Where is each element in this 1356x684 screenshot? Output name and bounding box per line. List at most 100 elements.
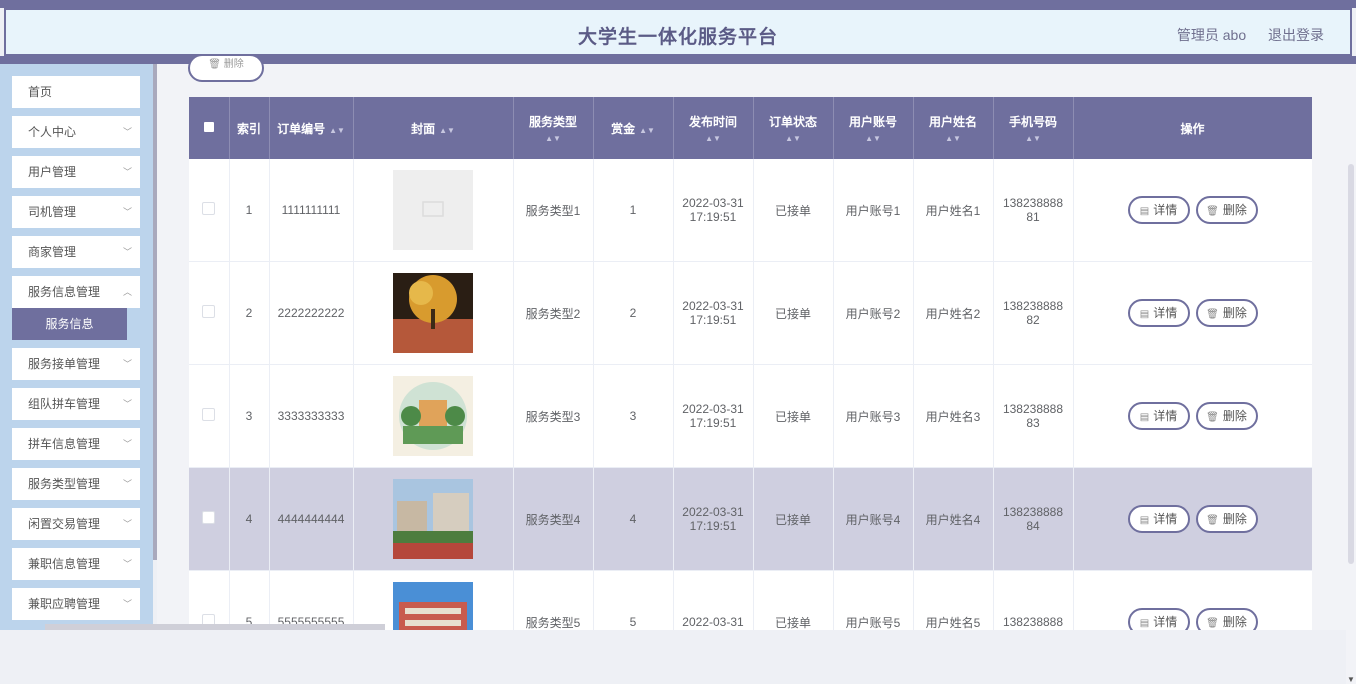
app-title: 大学生一体化服务平台: [577, 27, 778, 48]
delete-button[interactable]: 🗑 删除: [1195, 402, 1258, 430]
sort-icon[interactable]: ▲▼: [674, 134, 753, 143]
scroll-down-icon[interactable]: ▼: [1347, 675, 1355, 684]
table-header-row: 索引 订单编号 ▲▼ 封面 ▲▼ 服务类型 ▲▼ 赏金 ▲▼ 发布时间 ▲▼ 订单状态 ▲▼…: [189, 97, 1312, 159]
sidebar-item-personal-center[interactable]: 个人中心 ﹀: [12, 116, 140, 148]
cell-service-type: 服务类型2: [513, 261, 594, 365]
sidebar-item-user-mgmt[interactable]: 用户管理 ﹀: [12, 156, 140, 188]
cell-actions: ▤ 详情 🗑 删除: [1073, 261, 1312, 365]
sidebar-item-service-order-mgmt[interactable]: 服务接单管理 ﹀: [12, 348, 140, 380]
col-cover[interactable]: 封面 ▲▼: [353, 97, 514, 159]
document-icon: ▤: [1139, 206, 1150, 217]
logout-link[interactable]: 退出登录: [1268, 27, 1324, 43]
cell-publish-time: 2022-03-31: [673, 570, 754, 630]
delete-button[interactable]: 🗑 删除: [1195, 299, 1258, 327]
row-checkbox[interactable]: [202, 305, 216, 318]
cell-index: 2: [229, 261, 270, 365]
cell-order-no: 2222222222: [269, 261, 354, 365]
row-select-cell[interactable]: [189, 467, 230, 571]
sidebar-item-label: 兼职信息管理: [28, 557, 101, 571]
col-publish-time[interactable]: 发布时间 ▲▼: [673, 97, 754, 159]
sidebar-subitem-service-info[interactable]: 服务信息: [12, 308, 127, 340]
col-user-name-label: 用户姓名: [928, 115, 977, 129]
sidebar-item-idle-trade-mgmt[interactable]: 闲置交易管理 ﹀: [12, 508, 140, 540]
sort-icon[interactable]: ▲▼: [754, 134, 833, 143]
sidebar-item-service-type-mgmt[interactable]: 服务类型管理 ﹀: [12, 468, 140, 500]
delete-button-label: 删除: [1222, 409, 1247, 423]
publish-date: 2022-03-31: [682, 505, 744, 519]
cell-reward: 4: [593, 467, 674, 571]
table-row: 1 1111111111 服务类型1 1 2022-03-31 17:19:51 …: [189, 159, 1312, 262]
col-index: 索引: [229, 97, 270, 159]
sort-icon[interactable]: ▲▼: [994, 134, 1073, 143]
sidebar-item-parttime-info-mgmt[interactable]: 兼职信息管理 ﹀: [12, 548, 140, 580]
sort-icon[interactable]: ▲▼: [914, 134, 993, 143]
sidebar-item-service-info-mgmt[interactable]: 服务信息管理 ︿: [12, 276, 140, 308]
delete-button[interactable]: 🗑 删除: [1195, 196, 1258, 224]
col-actions: 操作: [1073, 97, 1312, 159]
chevron-down-icon: ﹀: [122, 247, 132, 257]
delete-button[interactable]: 🗑 删除: [1195, 505, 1258, 533]
detail-button[interactable]: ▤ 详情: [1127, 505, 1190, 533]
col-order-no-label: 订单编号: [277, 121, 326, 136]
row-select-cell[interactable]: [189, 159, 230, 262]
row-select-cell[interactable]: [189, 261, 230, 365]
bulk-delete-button[interactable]: 🗑 删除: [188, 54, 264, 82]
cell-publish-time: 2022-03-31 17:19:51: [673, 159, 754, 262]
horizontal-scrollbar[interactable]: [45, 624, 385, 630]
cell-user-name: 用户姓名3: [913, 364, 994, 468]
sort-icon[interactable]: ▲▼: [329, 126, 345, 135]
sidebar-item-parttime-apply-mgmt[interactable]: 兼职应聘管理 ﹀: [12, 588, 140, 620]
publish-clock: 17:19:51: [689, 313, 737, 327]
cell-publish-time: 2022-03-31 17:19:51: [673, 364, 754, 468]
admin-user-label: 管理员 abo: [1176, 27, 1247, 43]
scrollbar-thumb[interactable]: [1348, 164, 1354, 564]
col-service-type[interactable]: 服务类型 ▲▼: [513, 97, 594, 159]
cell-actions: ▤ 详情 🗑 删除: [1073, 467, 1312, 571]
main-content: 🗑 删除 索引 订单编号 ▲▼ 封面 ▲▼ 服务类型 ▲▼ 赏金 ▲▼ 发布时间 ▲▼ 订…: [157, 54, 1356, 684]
sidebar-item-carpool-info-mgmt[interactable]: 拼车信息管理 ﹀: [12, 428, 140, 460]
col-reward[interactable]: 赏金 ▲▼: [593, 97, 674, 159]
sort-icon[interactable]: ▲▼: [834, 134, 913, 143]
sort-icon[interactable]: ▲▼: [439, 126, 455, 135]
detail-button-label: 详情: [1153, 409, 1178, 423]
cell-user-name: 用户姓名1: [913, 159, 994, 262]
document-icon: ▤: [1139, 515, 1150, 526]
col-user-account[interactable]: 用户账号 ▲▼: [833, 97, 914, 159]
detail-button[interactable]: ▤ 详情: [1127, 608, 1190, 630]
cell-order-status: 已接单: [753, 467, 834, 571]
delete-button[interactable]: 🗑 删除: [1195, 608, 1258, 630]
detail-button[interactable]: ▤ 详情: [1127, 196, 1190, 224]
cell-service-type: 服务类型4: [513, 467, 594, 571]
row-select-cell[interactable]: [189, 364, 230, 468]
cell-order-no: 1111111111: [269, 159, 354, 262]
sidebar-item-home[interactable]: 首页: [12, 76, 140, 108]
sort-icon[interactable]: ▲▼: [514, 134, 593, 143]
cell-cover: [353, 467, 514, 571]
row-checkbox[interactable]: [202, 511, 216, 524]
cell-order-no: 3333333333: [269, 364, 354, 468]
main-scrollbar[interactable]: ▼: [1346, 164, 1356, 684]
delete-button-label: 删除: [1222, 306, 1247, 320]
col-phone[interactable]: 手机号码 ▲▼: [993, 97, 1074, 159]
row-select-cell[interactable]: [189, 570, 230, 630]
cell-index: 3: [229, 364, 270, 468]
cell-user-account: 用户账号3: [833, 364, 914, 468]
sidebar-item-driver-mgmt[interactable]: 司机管理 ﹀: [12, 196, 140, 228]
detail-button[interactable]: ▤ 详情: [1127, 299, 1190, 327]
col-reward-label: 赏金: [611, 121, 636, 136]
col-user-name[interactable]: 用户姓名 ▲▼: [913, 97, 994, 159]
row-checkbox[interactable]: [202, 202, 216, 215]
publish-clock: 17:19:51: [689, 416, 737, 430]
select-all-cell[interactable]: [189, 97, 230, 159]
top-strip: [0, 0, 1356, 8]
sidebar-item-merchant-mgmt[interactable]: 商家管理 ﹀: [12, 236, 140, 268]
col-order-no[interactable]: 订单编号 ▲▼: [269, 97, 354, 159]
sidebar-item-carpool-team-mgmt[interactable]: 组队拼车管理 ﹀: [12, 388, 140, 420]
col-order-status[interactable]: 订单状态 ▲▼: [753, 97, 834, 159]
row-checkbox[interactable]: [202, 408, 216, 421]
trash-icon: 🗑: [1206, 515, 1219, 526]
phone-part-2: 84: [1026, 519, 1040, 533]
select-all-checkbox[interactable]: [203, 122, 214, 132]
sort-icon[interactable]: ▲▼: [639, 126, 655, 135]
detail-button[interactable]: ▤ 详情: [1127, 402, 1190, 430]
